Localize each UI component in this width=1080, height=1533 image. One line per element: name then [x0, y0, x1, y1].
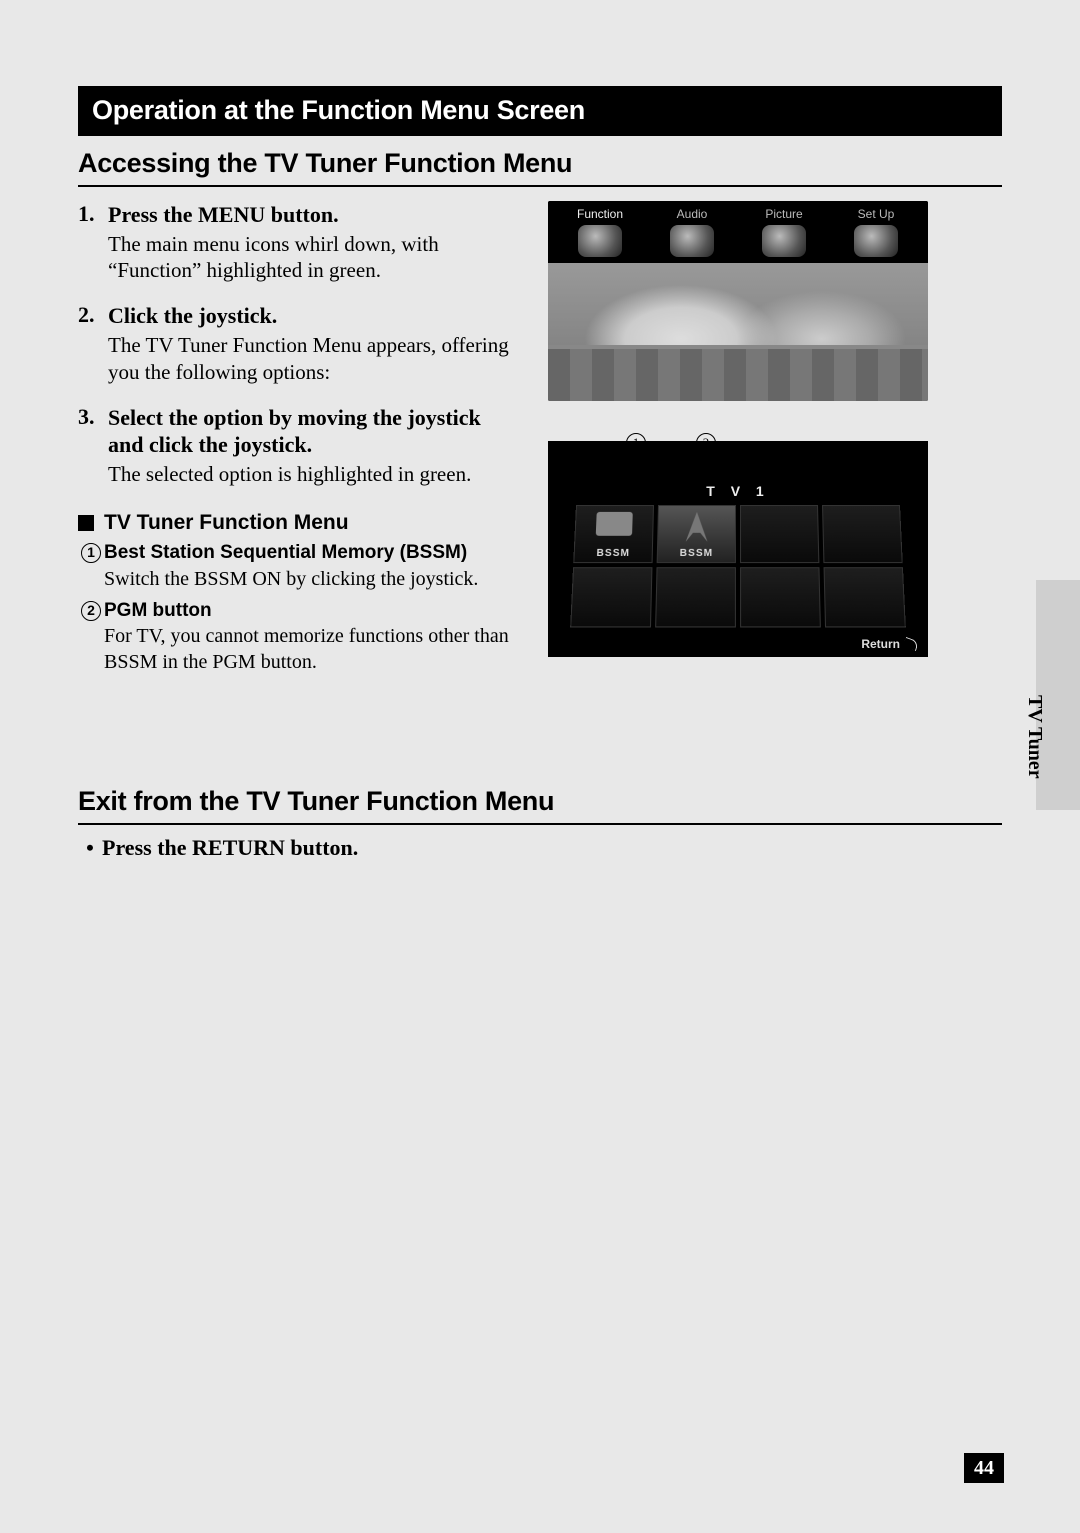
circled-item-2: 2 PGM button For TV, you cannot memorize… — [78, 599, 518, 676]
circled-title: PGM button — [104, 599, 212, 623]
picture-icon — [762, 225, 806, 257]
grid-cell-bssm: BSSM — [573, 505, 654, 563]
page-number: 44 — [964, 1453, 1004, 1483]
grid-cell-empty — [822, 505, 903, 563]
square-bullet-icon — [78, 515, 94, 531]
right-column: Function Audio Picture Set Up — [548, 201, 948, 676]
step-1: 1. Press the MENU button. The main menu … — [78, 201, 518, 284]
step-body: The selected option is highlighted in gr… — [108, 461, 518, 488]
menu-label: Function — [560, 207, 640, 221]
pgm-icon — [678, 512, 715, 542]
step-number: 2. — [78, 302, 108, 330]
step-number: 1. — [78, 201, 108, 229]
menu-item-audio: Audio — [652, 207, 732, 257]
steps-list: 1. Press the MENU button. The main menu … — [78, 201, 518, 487]
main-menu-bar: Function Audio Picture Set Up — [548, 201, 928, 265]
header-bar: Operation at the Function Menu Screen — [78, 86, 1002, 136]
grid-cell-empty — [824, 567, 906, 627]
grid-cell-empty — [570, 567, 652, 627]
audio-icon — [670, 225, 714, 257]
function-grid: BSSM BSSM — [570, 505, 906, 627]
bssm-icon — [596, 512, 633, 536]
step-title: Press the MENU button. — [108, 201, 339, 229]
screenshot-main-menu: Function Audio Picture Set Up — [548, 201, 928, 401]
function-icon — [578, 225, 622, 257]
tv-title: T V 1 — [706, 483, 769, 499]
sub-heading: TV Tuner Function Menu — [78, 511, 518, 535]
step-number: 3. — [78, 404, 108, 459]
circled-item-1: 1 Best Station Sequential Memory (BSSM) … — [78, 541, 518, 592]
section-accessing-title: Accessing the TV Tuner Function Menu — [78, 148, 1002, 187]
section-exit-title: Exit from the TV Tuner Function Menu — [78, 786, 1002, 825]
setup-icon — [854, 225, 898, 257]
grid-cell-empty — [655, 567, 736, 627]
menu-label: Set Up — [836, 207, 916, 221]
return-label: Return — [861, 637, 900, 651]
side-section-label: TV Tuner — [1023, 695, 1046, 779]
circled-body: For TV, you cannot memorize functions ot… — [104, 624, 518, 675]
menu-item-picture: Picture — [744, 207, 824, 257]
step-title: Select the option by moving the joystick… — [108, 404, 518, 459]
menu-label: Audio — [652, 207, 732, 221]
screenshot-background — [548, 263, 928, 401]
left-column: 1. Press the MENU button. The main menu … — [78, 201, 518, 676]
side-section-tab: TV Tuner — [1036, 580, 1080, 810]
menu-item-function: Function — [560, 207, 640, 257]
step-body: The main menu icons whirl down, with “Fu… — [108, 231, 518, 285]
step-3: 3. Select the option by moving the joyst… — [78, 404, 518, 488]
circled-body: Switch the BSSM ON by clicking the joyst… — [104, 567, 518, 593]
circled-number-icon: 2 — [78, 599, 104, 623]
circled-title: Best Station Sequential Memory (BSSM) — [104, 541, 467, 565]
cell-label: BSSM — [574, 548, 651, 559]
grid-cell-empty — [740, 567, 821, 627]
bullet-dot-icon: • — [78, 835, 102, 861]
sub-heading-text: TV Tuner Function Menu — [104, 511, 349, 535]
menu-item-setup: Set Up — [836, 207, 916, 257]
page-content: Operation at the Function Menu Screen Ac… — [78, 86, 1002, 861]
return-indicator: Return — [861, 637, 918, 651]
screenshot-function-menu: T V 1 BSSM BSSM — [548, 441, 928, 657]
screenshot-function-menu-wrap: 1 2 T V 1 BSSM BSSM — [548, 441, 928, 657]
two-column-layout: 1. Press the MENU button. The main menu … — [78, 201, 1002, 676]
step-title: Click the joystick. — [108, 302, 277, 330]
circled-number-icon: 1 — [78, 541, 104, 565]
step-body: The TV Tuner Function Menu appears, offe… — [108, 332, 518, 386]
return-arrow-icon — [903, 637, 920, 651]
grid-cell-pgm: BSSM — [657, 505, 736, 563]
exit-instruction: Press the RETURN button. — [102, 835, 358, 861]
step-2: 2. Click the joystick. The TV Tuner Func… — [78, 302, 518, 385]
exit-bullet: • Press the RETURN button. — [78, 835, 1002, 861]
menu-label: Picture — [744, 207, 824, 221]
cell-label: BSSM — [658, 548, 735, 559]
grid-cell-empty — [740, 505, 819, 563]
